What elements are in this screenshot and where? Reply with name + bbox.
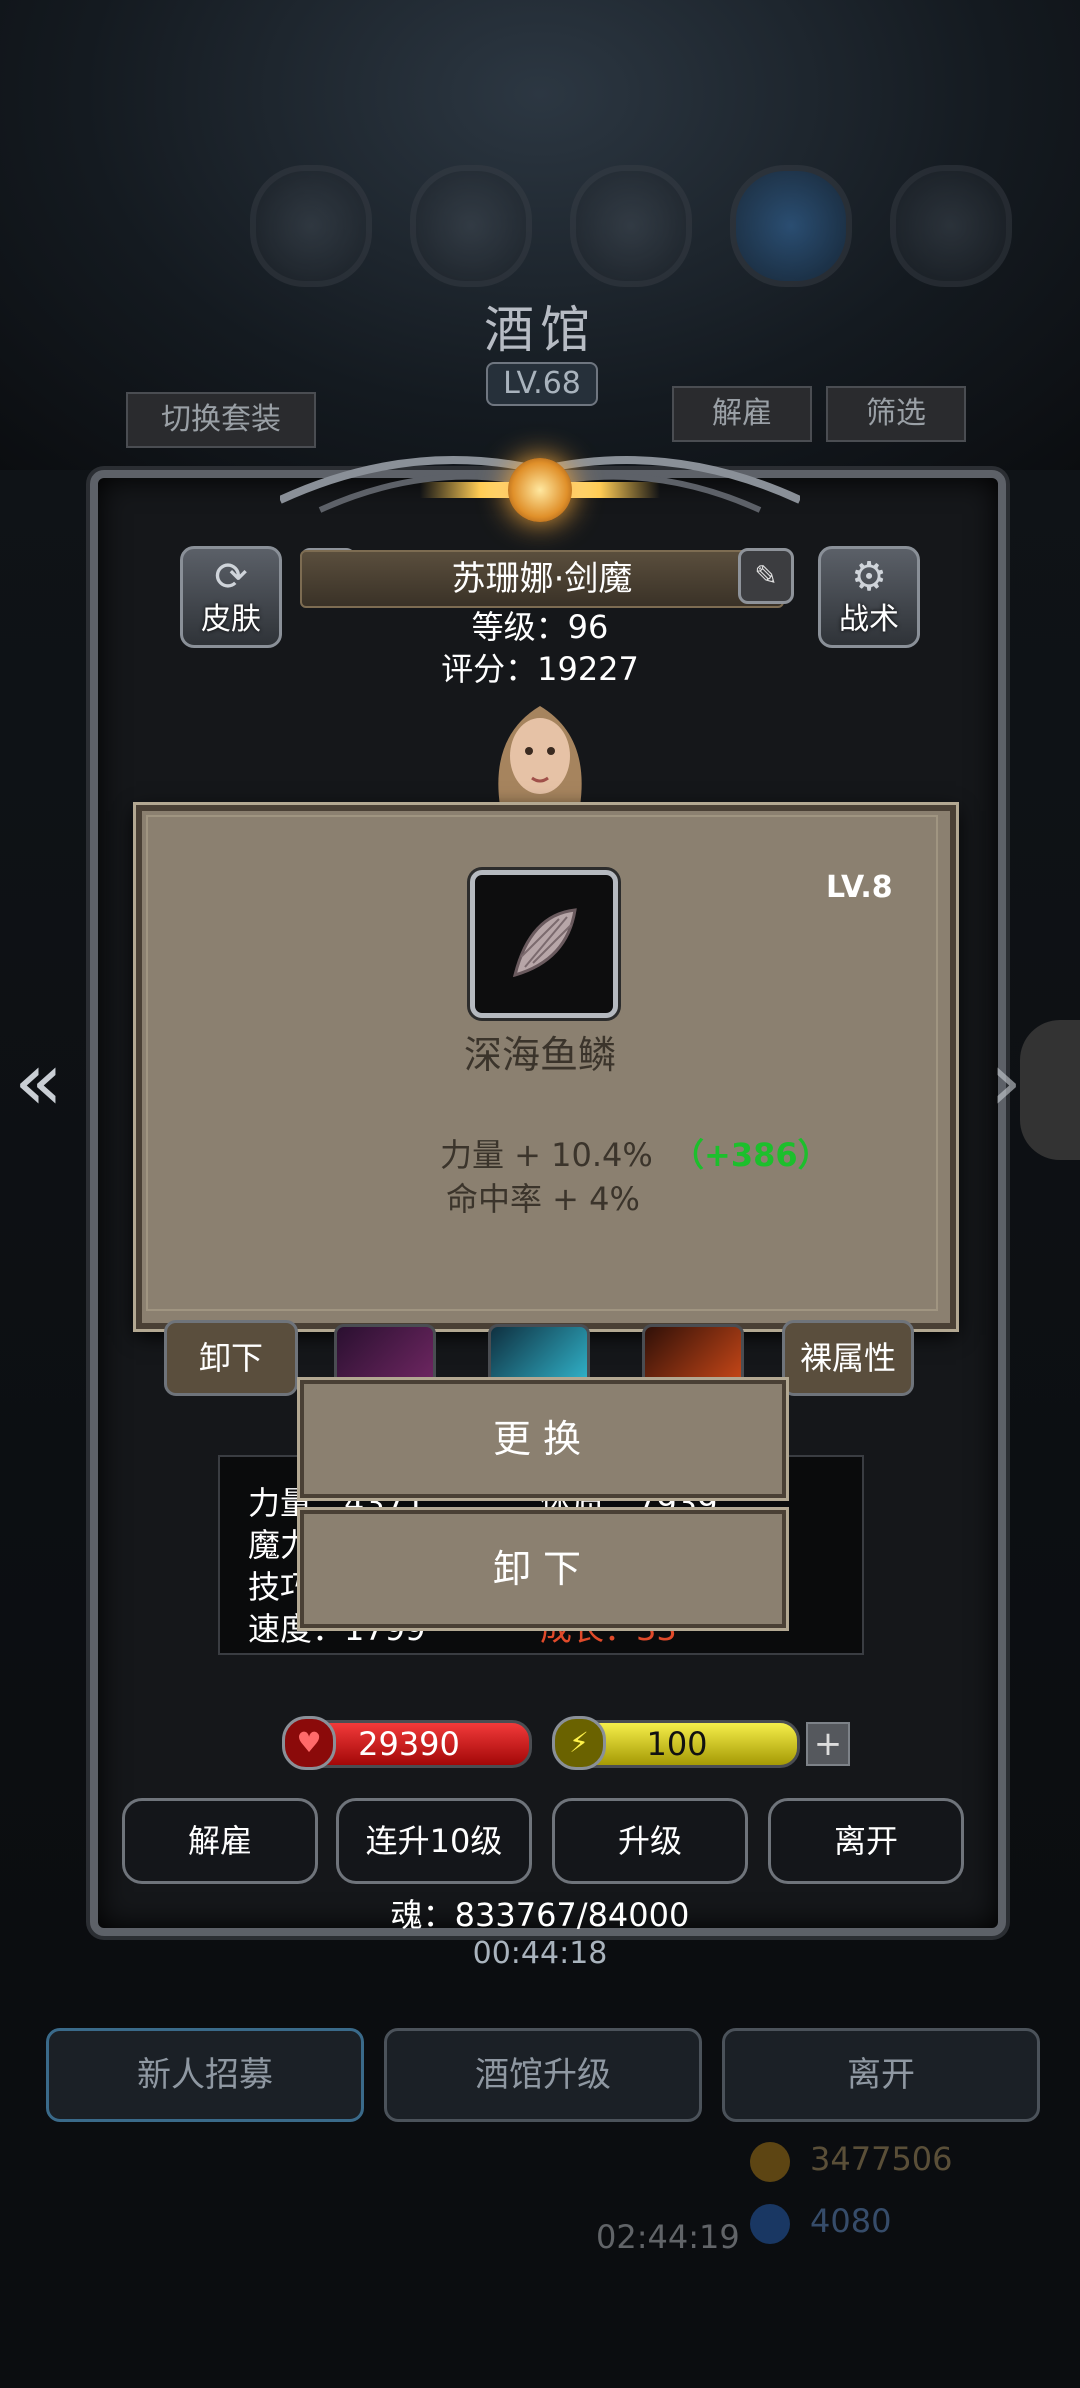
gear-icon: ⚙ — [851, 554, 887, 600]
header-dismiss-button[interactable]: 解雇 — [672, 386, 812, 442]
upgrade-tavern-button[interactable]: 酒馆升级 — [384, 2028, 702, 2122]
bare-attributes-button[interactable]: 裸属性 — [782, 1320, 914, 1396]
floating-avatar[interactable] — [1020, 1020, 1080, 1160]
skin-label: 皮肤 — [201, 602, 261, 637]
leave-button[interactable]: 离开 — [768, 1798, 964, 1884]
heart-icon: ♥ — [282, 1716, 336, 1770]
unequip-button[interactable]: 卸下 — [164, 1320, 298, 1396]
gold-amount: 3477506 — [810, 2140, 953, 2178]
timer: 00:44:18 — [472, 1936, 608, 1971]
hero-portrait — [498, 706, 582, 806]
gem-amount: 4080 — [810, 2202, 892, 2240]
skin-icon: ⟳ — [214, 554, 248, 600]
top-orb-3 — [570, 165, 692, 287]
hero-level: 等级：96 — [471, 608, 609, 646]
item-bonus-1-extra: （+386） — [672, 1136, 830, 1174]
item-bonus-1: 力量 + 10.4% — [440, 1136, 653, 1174]
top-orb-5 — [890, 165, 1012, 287]
tactics-button[interactable]: ⚙ 战术 — [818, 546, 920, 648]
lightning-icon: ⚡ — [552, 1716, 606, 1770]
bottom-leave-button[interactable]: 离开 — [722, 2028, 1040, 2122]
gem-icon — [750, 2204, 790, 2244]
tavern-level: LV.68 — [486, 362, 598, 406]
item-icon-frame — [470, 870, 618, 1018]
gold-coin-icon — [750, 2142, 790, 2182]
footer-timer: 02:44:19 — [596, 2218, 740, 2256]
gem-emblem-icon — [508, 458, 572, 522]
tavern-title: 酒馆 — [484, 301, 596, 359]
context-unequip-button[interactable]: 卸下 — [300, 1510, 786, 1628]
edit-icon[interactable]: ✎ — [738, 548, 794, 604]
skin-button[interactable]: ⟳ 皮肤 — [180, 546, 282, 648]
filter-button[interactable]: 筛选 — [826, 386, 966, 442]
item-level: LV.8 — [826, 870, 893, 905]
chevron-right-icon[interactable]: › — [990, 1035, 1022, 1128]
dismiss-button[interactable]: 解雇 — [122, 1798, 318, 1884]
item-name: 深海鱼鳞 — [463, 1033, 616, 1077]
top-orb-1 — [250, 165, 372, 287]
add-energy-button[interactable]: + — [806, 1722, 850, 1766]
hero-name: 苏珊娜·剑魔 — [300, 550, 784, 608]
level-up-10-button[interactable]: 连升10级 — [336, 1798, 532, 1884]
replace-button[interactable]: 更换 — [300, 1380, 786, 1498]
top-orb-4 — [730, 165, 852, 287]
chevron-left-icon[interactable]: « — [14, 1035, 63, 1128]
recruit-button[interactable]: 新人招募 — [46, 2028, 364, 2122]
top-orb-2 — [410, 165, 532, 287]
tactics-label: 战术 — [839, 602, 899, 637]
soul-counter: 魂：833767/84000 — [390, 1896, 690, 1934]
level-up-button[interactable]: 升级 — [552, 1798, 748, 1884]
item-bonus-2: 命中率 + 4% — [446, 1180, 640, 1218]
hero-score: 评分：19227 — [441, 650, 639, 688]
fish-scale-icon — [512, 908, 577, 978]
